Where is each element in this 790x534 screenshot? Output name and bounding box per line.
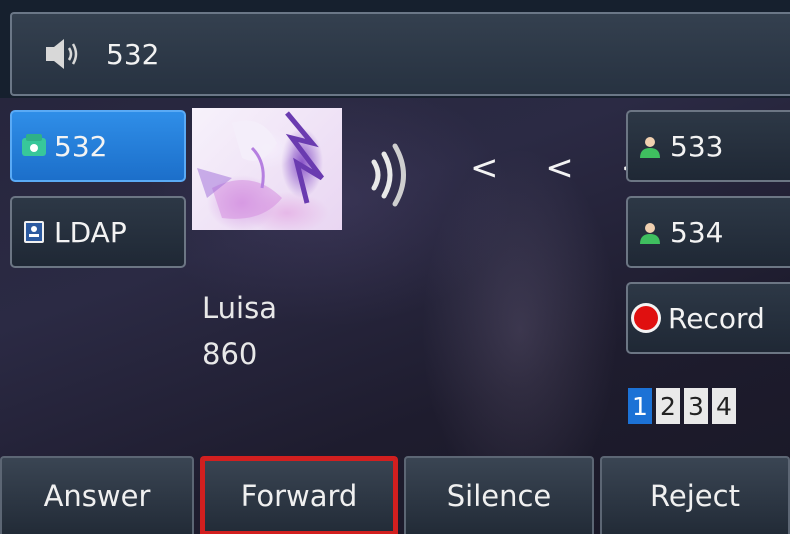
page-indicator: 1 2 3 4 bbox=[628, 388, 736, 424]
line-key-533[interactable]: 533 bbox=[626, 110, 790, 182]
caller-name: Luisa bbox=[202, 291, 277, 325]
ringing-signal-icon bbox=[368, 140, 418, 214]
phone-icon bbox=[20, 132, 48, 160]
line-key-label: 532 bbox=[54, 129, 108, 163]
record-key-label: Record bbox=[668, 301, 765, 335]
page-1[interactable]: 1 bbox=[628, 388, 652, 424]
answer-button[interactable]: Answer bbox=[0, 456, 194, 534]
page-2[interactable]: 2 bbox=[656, 388, 680, 424]
line-key-label: 533 bbox=[670, 129, 724, 163]
ldap-key-label: LDAP bbox=[54, 215, 127, 249]
softkey-bar: Answer Forward Silence Reject bbox=[0, 456, 790, 534]
record-icon bbox=[630, 302, 662, 334]
record-key[interactable]: Record bbox=[626, 282, 790, 354]
forward-button[interactable]: Forward bbox=[200, 456, 398, 534]
caller-number: 860 bbox=[202, 337, 258, 371]
contact-icon bbox=[636, 132, 664, 160]
speaker-icon bbox=[44, 36, 86, 72]
silence-button[interactable]: Silence bbox=[404, 456, 594, 534]
page-4[interactable]: 4 bbox=[712, 388, 736, 424]
directory-icon bbox=[20, 218, 48, 246]
ldap-key[interactable]: LDAP bbox=[10, 196, 186, 268]
caller-avatar bbox=[192, 108, 342, 230]
reject-button[interactable]: Reject bbox=[600, 456, 790, 534]
contact-icon bbox=[636, 218, 664, 246]
page-3[interactable]: 3 bbox=[684, 388, 708, 424]
call-title: 532 bbox=[106, 37, 160, 71]
line-key-label: 534 bbox=[670, 215, 724, 249]
line-key-534[interactable]: 534 bbox=[626, 196, 790, 268]
line-key-532[interactable]: 532 bbox=[10, 110, 186, 182]
status-bar: 532 bbox=[0, 0, 790, 98]
call-title-bar: 532 bbox=[10, 12, 790, 96]
